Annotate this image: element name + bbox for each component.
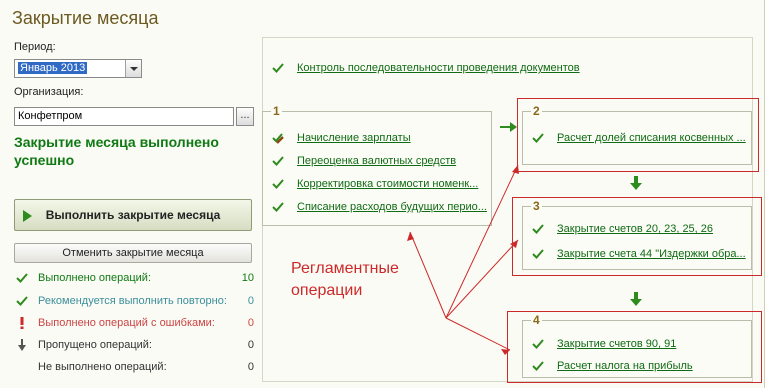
period-value: Январь 2013 <box>18 62 88 74</box>
stat-value: 10 <box>241 272 254 284</box>
stat-value: 0 <box>247 361 254 373</box>
op-link[interactable]: Закрытие счетов 20, 23, 25, 26 <box>557 223 713 235</box>
down-arrow-icon <box>18 339 26 351</box>
run-close-month-button[interactable]: Выполнить закрытие месяца <box>14 199 252 231</box>
check-icon <box>532 339 544 349</box>
exclamation-icon <box>20 317 24 329</box>
group-3: 3 <box>522 199 752 270</box>
annotation-line-2: операции <box>291 282 363 299</box>
group-number: 3 <box>531 199 542 213</box>
page-title: Закрытие месяца <box>12 8 159 28</box>
op-link[interactable]: Контроль последовательности проведения д… <box>297 62 580 74</box>
group-number: 4 <box>531 313 542 327</box>
period-label: Период: <box>14 41 56 53</box>
pencil-check-icon <box>272 133 284 144</box>
annotation-line-1: Регламентные <box>291 260 399 277</box>
stat-label: Рекомендуется выполнить повторно: <box>38 295 227 307</box>
stat-label: Пропущено операций: <box>38 339 152 351</box>
org-select-button[interactable]: ... <box>236 107 254 126</box>
check-icon <box>272 202 284 212</box>
stat-value: 0 <box>247 317 254 329</box>
stat-errors: Выполнено операций с ошибками: 0 <box>14 316 256 332</box>
stat-label: Не выполнено операций: <box>38 361 167 373</box>
org-field[interactable]: Конфетпром <box>14 107 234 126</box>
stat-skipped: Пропущено операций: 0 <box>14 338 256 354</box>
period-select[interactable]: Январь 2013 <box>14 59 142 78</box>
check-icon <box>272 179 284 189</box>
check-icon <box>272 63 284 73</box>
chevron-down-icon[interactable] <box>125 60 141 77</box>
op-link[interactable]: Расчет налога на прибыль <box>557 360 693 372</box>
org-label: Организация: <box>14 86 84 98</box>
check-icon <box>532 133 544 143</box>
op-link[interactable]: Закрытие счета 44 "Издержки обра... <box>557 248 746 260</box>
cancel-close-month-button[interactable]: Отменить закрытие месяца <box>14 243 252 263</box>
status-message: Закрытие месяца выполнено успешно <box>14 134 219 168</box>
stat-not-done: Не выполнено операций: 0 <box>14 360 256 376</box>
op-link[interactable]: Закрытие счетов 90, 91 <box>557 338 676 350</box>
annotation-text: Регламентные операции <box>291 258 399 302</box>
check-icon <box>532 361 544 371</box>
stat-value: 0 <box>247 339 254 351</box>
check-icon <box>16 273 28 283</box>
stat-label: Выполнено операций: <box>38 272 152 284</box>
check-icon <box>532 224 544 234</box>
play-icon <box>23 210 32 222</box>
check-icon <box>532 249 544 259</box>
org-value: Конфетпром <box>18 110 83 122</box>
group-number: 1 <box>271 104 282 118</box>
check-icon <box>16 296 28 306</box>
op-link[interactable]: Начисление зарплаты <box>297 132 411 144</box>
run-button-label: Выполнить закрытие месяца <box>45 208 221 222</box>
stat-done: Выполнено операций: 10 <box>14 271 256 287</box>
op-link[interactable]: Расчет долей списания косвенных ... <box>557 132 746 144</box>
op-link[interactable]: Списание расходов будущих перио... <box>297 201 487 213</box>
stat-label: Выполнено операций с ошибками: <box>38 317 215 329</box>
op-link[interactable]: Переоценка валютных средств <box>297 155 456 167</box>
check-icon <box>272 156 284 166</box>
group-number: 2 <box>531 104 542 118</box>
close-month-window: Закрытие месяца Период: Январь 2013 Орга… <box>0 0 765 388</box>
stat-value: 0 <box>247 295 254 307</box>
op-link[interactable]: Корректировка стоимости номенк... <box>297 178 478 190</box>
stat-repeat: Рекомендуется выполнить повторно: 0 <box>14 294 256 310</box>
